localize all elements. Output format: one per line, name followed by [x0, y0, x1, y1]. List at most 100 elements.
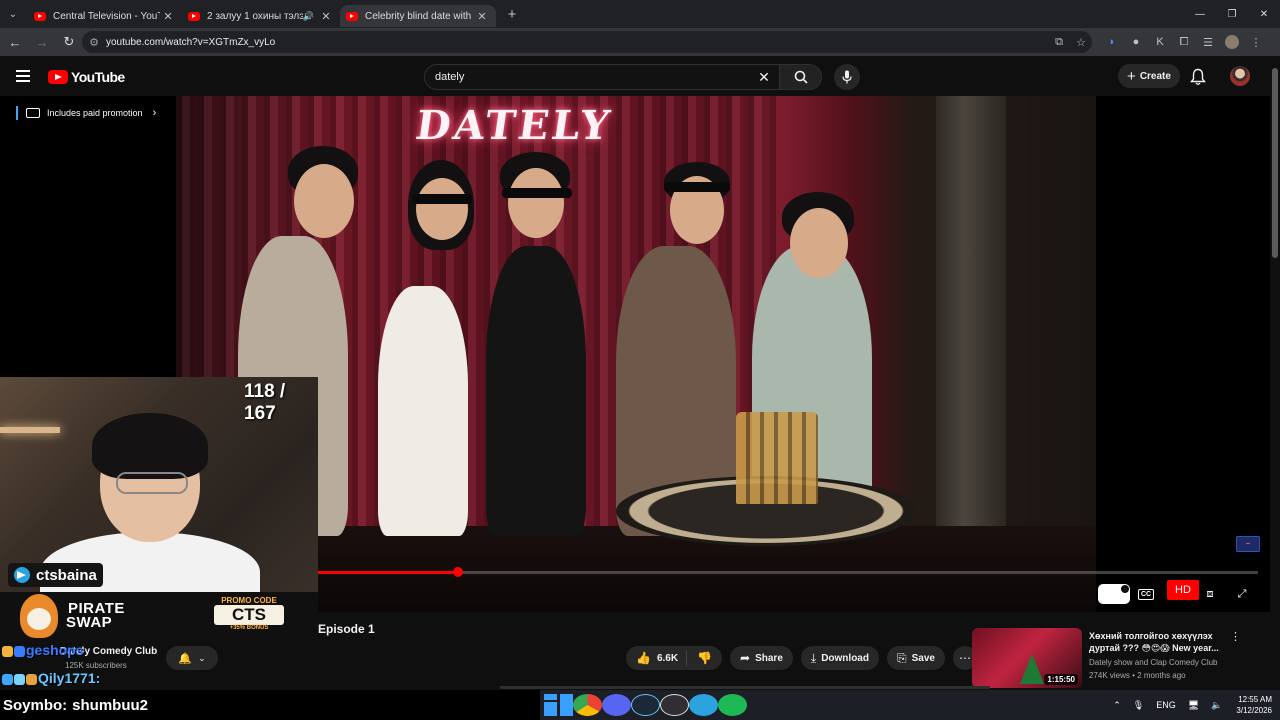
page-scrollbar[interactable]: [1270, 56, 1280, 688]
christmas-tree-shape: [1020, 654, 1044, 684]
bookmark-icon: ⎘: [896, 650, 907, 665]
autoplay-toggle[interactable]: [1098, 584, 1130, 604]
clear-search-icon[interactable]: ✕: [753, 69, 775, 86]
fullscreen-button[interactable]: ⤢: [1226, 584, 1258, 604]
chat-username: Soymbo:: [3, 696, 68, 714]
tab-title: Celebrity blind date with best f: [365, 10, 474, 22]
chrome-taskbar-button[interactable]: [573, 694, 602, 716]
more-vertical-icon[interactable]: ⋮: [1230, 630, 1241, 643]
close-tab-icon[interactable]: ✕: [160, 10, 176, 23]
close-window-icon[interactable]: ✕: [1248, 0, 1280, 28]
share-button[interactable]: ➦ Share: [730, 646, 793, 670]
new-tab-button[interactable]: +: [500, 2, 524, 26]
download-button[interactable]: ⤓ Download: [800, 646, 879, 670]
recommended-thumbnail[interactable]: 1:15:50: [972, 628, 1082, 688]
forward-icon[interactable]: →: [30, 30, 54, 54]
start-button[interactable]: [544, 694, 573, 716]
progress-scrubber[interactable]: [453, 567, 464, 577]
progress-bar[interactable]: [318, 567, 1258, 577]
channel-watermark-icon[interactable]: ▪▪: [1236, 536, 1260, 552]
extension-icon[interactable]: K: [1148, 32, 1172, 52]
recommended-channel[interactable]: Dately show and Clap Comedy Club: [1089, 658, 1218, 667]
chevron-right-icon: ›: [152, 107, 157, 119]
steam-taskbar-button[interactable]: [631, 694, 660, 716]
progress-played: [318, 571, 459, 574]
tab-title: 2 залуу 1 охины тэлээ - Da: [207, 10, 303, 22]
promo-label: PROMO CODE: [221, 596, 277, 605]
reload-icon[interactable]: ↻: [57, 30, 81, 54]
obs-taskbar-button[interactable]: [660, 694, 689, 716]
close-tab-icon[interactable]: ✕: [474, 10, 490, 23]
audio-playing-icon[interactable]: 🔊: [303, 11, 314, 22]
recommended-video[interactable]: 1:15:50 Хөхний толгойгоо хөхүүлэх дуртай…: [972, 628, 1252, 688]
player-controls-right: CC ⚙HD ⧈ ⤢: [1098, 580, 1258, 604]
guest-head: [508, 168, 564, 238]
emote-icon: [14, 673, 25, 685]
search-button[interactable]: [779, 65, 821, 89]
minimize-icon[interactable]: —: [1184, 0, 1216, 28]
network-icon[interactable]: 🖥: [1188, 700, 1199, 711]
menu-hamburger-icon[interactable]: [16, 70, 30, 82]
puzzle-extensions-icon[interactable]: ⧠: [1172, 32, 1196, 52]
captions-button[interactable]: CC: [1130, 584, 1162, 604]
promo-code: CTS: [214, 605, 284, 625]
tab-sidebar-icon[interactable]: ☰: [1196, 32, 1220, 52]
browser-tab[interactable]: 2 залуу 1 охины тэлээ - Da 🔊 ✕: [182, 5, 340, 27]
extension-icon[interactable]: ●: [1124, 32, 1148, 52]
guest-head: [416, 178, 468, 240]
clock[interactable]: 12:55 AM 3/12/2026: [1236, 694, 1272, 716]
volume-icon[interactable]: 🔈: [1211, 700, 1222, 711]
discord-taskbar-button[interactable]: [602, 694, 631, 716]
subscription-bell-button[interactable]: 🔔 ⌄: [166, 646, 218, 670]
back-icon[interactable]: ←: [3, 30, 27, 54]
bookmark-star-icon[interactable]: ☆: [1070, 36, 1092, 49]
install-app-icon[interactable]: ⧉: [1048, 36, 1070, 49]
spotify-taskbar-button[interactable]: [718, 694, 747, 716]
extension-icon[interactable]: ◗: [1100, 32, 1124, 52]
recommended-title[interactable]: Хөхний толгойгоо хөхүүлэх дуртай ??? 😳😍😱…: [1089, 630, 1233, 654]
youtube-play-icon: [48, 70, 68, 84]
paid-promotion-label: Includes paid promotion: [47, 108, 143, 118]
restore-icon[interactable]: ❐: [1216, 0, 1248, 28]
site-info-icon[interactable]: ⚙: [84, 36, 104, 49]
hd-badge: HD: [1167, 580, 1199, 600]
chrome-menu-icon[interactable]: ⋮: [1244, 32, 1268, 52]
window-controls: — ❐ ✕: [1184, 0, 1280, 28]
search-input[interactable]: [435, 71, 753, 83]
url-text[interactable]: youtube.com/watch?v=XGTmZx_vyLo: [106, 37, 1048, 48]
chat-username: geshops: [26, 642, 84, 658]
streamer-hair: [92, 413, 208, 479]
youtube-logo[interactable]: YouTube: [48, 69, 125, 85]
emote-icon: [2, 645, 13, 657]
steam-icon: [631, 694, 660, 716]
profile-avatar[interactable]: [1225, 35, 1239, 49]
browser-tab-active[interactable]: Celebrity blind date with best f ✕: [340, 5, 496, 27]
browser-tab[interactable]: Central Television - YouTube ✕: [28, 5, 182, 27]
settings-button[interactable]: ⚙HD: [1162, 580, 1199, 604]
address-bar[interactable]: ⚙ youtube.com/watch?v=XGTmZx_vyLo ⧉ ☆: [82, 31, 1092, 53]
sponsor-banner: PIRATE SWAP PROMO CODE CTS +35% BONUS: [0, 592, 318, 642]
telegram-taskbar-button[interactable]: [689, 694, 718, 716]
search-box: ✕: [424, 64, 822, 90]
tray-overflow-icon[interactable]: ⌃: [1113, 700, 1121, 711]
voice-search-button[interactable]: [834, 64, 860, 90]
blindfold: [664, 182, 730, 192]
account-avatar[interactable]: [1230, 66, 1250, 86]
scrollbar-thumb[interactable]: [1272, 68, 1278, 258]
language-indicator[interactable]: ENG: [1156, 700, 1176, 710]
paid-promotion-icon: [26, 108, 40, 118]
windows-taskbar: ⌃ 🎙 ENG 🖥 🔈 12:55 AM 3/12/2026: [540, 690, 1280, 720]
like-button[interactable]: 👍 6.6K: [626, 650, 688, 666]
save-button[interactable]: ⎘ Save: [886, 646, 945, 670]
horizontal-scrollbar[interactable]: [500, 686, 990, 689]
emote-icon: [2, 673, 13, 685]
microphone-tray-icon[interactable]: 🎙: [1133, 700, 1144, 711]
tab-search-icon[interactable]: ⌄: [0, 0, 26, 28]
notifications-bell-icon[interactable]: [1190, 68, 1210, 86]
close-tab-icon[interactable]: ✕: [318, 10, 334, 23]
dislike-button[interactable]: 👎: [687, 651, 722, 665]
telegram-handle: ctsbaina: [36, 566, 97, 584]
telegram-icon: [14, 567, 30, 583]
create-button[interactable]: + Create: [1118, 64, 1180, 88]
paid-promotion-badge[interactable]: Includes paid promotion ›: [16, 106, 156, 120]
